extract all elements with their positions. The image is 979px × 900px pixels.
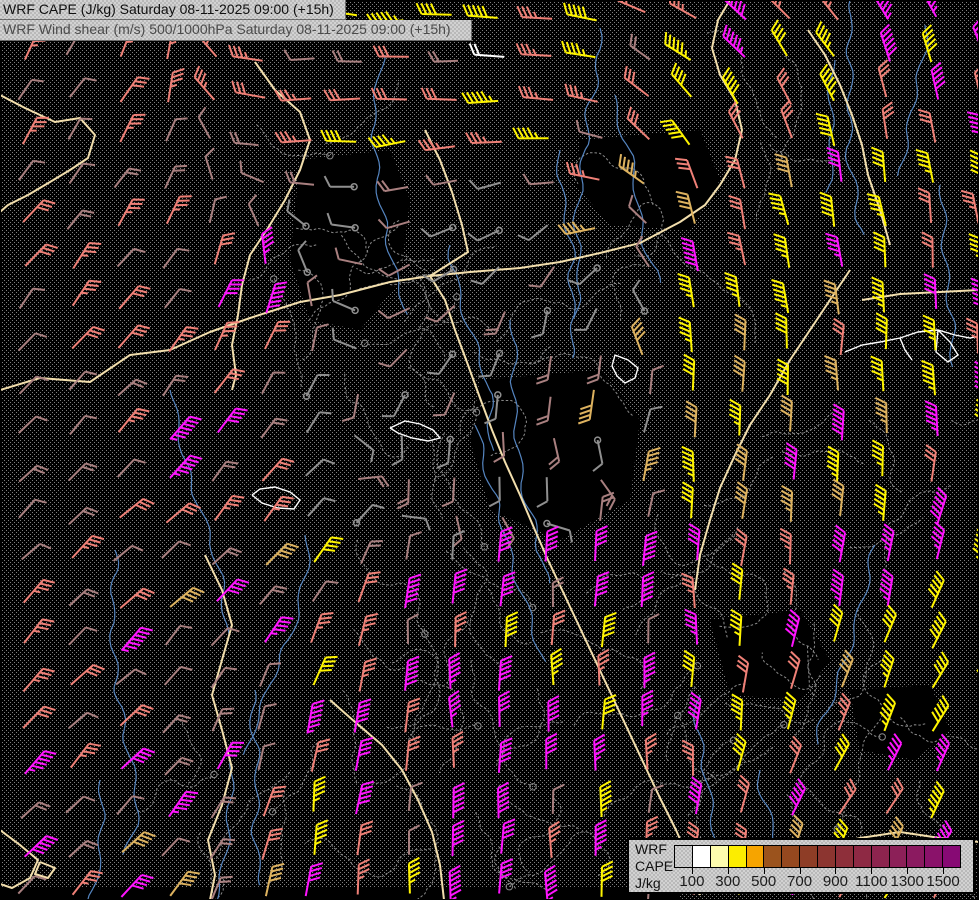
legend-color-cell (943, 846, 960, 867)
weather-map-view: WRF CAPE (J/kg) Saturday 08-11-2025 09:0… (0, 0, 979, 900)
legend-color-cell (747, 846, 765, 867)
legend-color-cell (872, 846, 890, 867)
legend-color-cell (818, 846, 836, 867)
legend-color-cell (907, 846, 925, 867)
legend-label-line: WRF (635, 841, 675, 858)
legend-color-cell (693, 846, 711, 867)
legend-color-cell (890, 846, 908, 867)
map-canvas (0, 0, 979, 900)
legend-color-cell (711, 846, 729, 867)
legend-color-cell (925, 846, 943, 867)
legend-colorbar (674, 845, 961, 868)
legend-tick-label: 1500 (921, 873, 965, 890)
legend-color-cell (836, 846, 854, 867)
map-title-cape: WRF CAPE (J/kg) Saturday 08-11-2025 09:0… (0, 0, 346, 20)
map-title-windshear: WRF Wind shear (m/s) 500/1000hPa Saturda… (0, 20, 472, 41)
legend-color-cell (800, 846, 818, 867)
legend-color-cell (675, 846, 693, 867)
legend-color-cell (854, 846, 872, 867)
legend-color-cell (764, 846, 782, 867)
legend-color-cell (782, 846, 800, 867)
legend-color-cell (729, 846, 747, 867)
cape-legend: WRF CAPE J/kg 10030050070090011001300150… (627, 838, 975, 894)
